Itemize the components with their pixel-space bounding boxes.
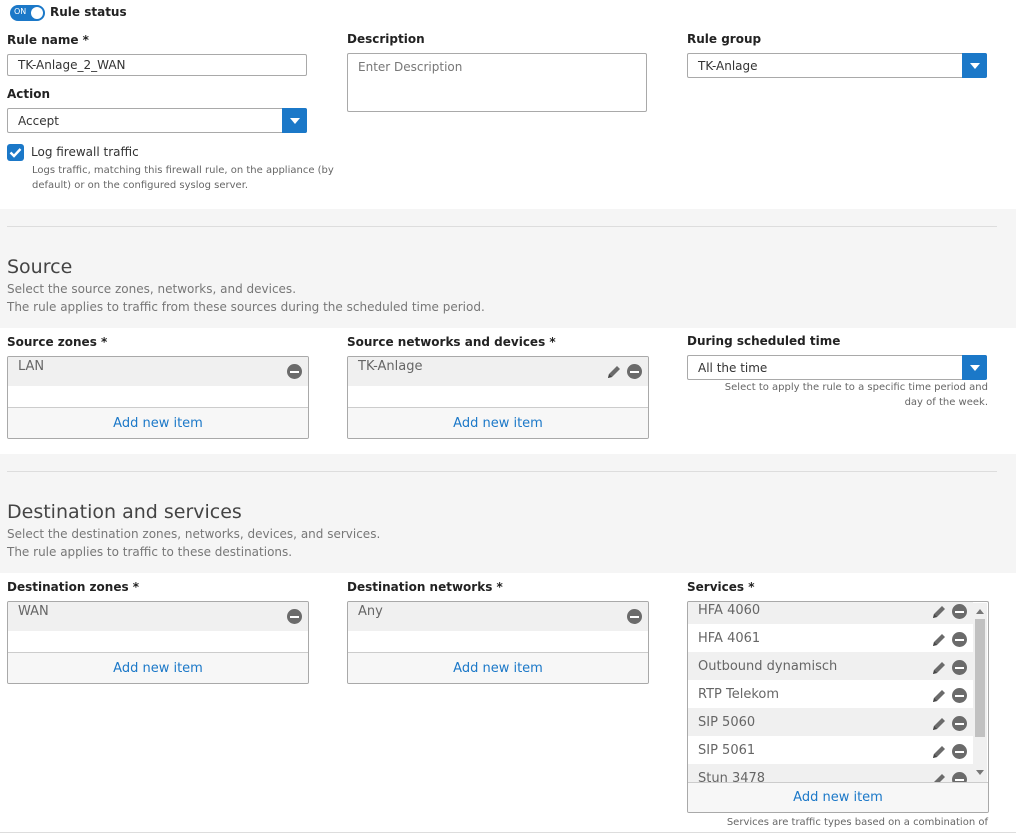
- schedule-help2: day of the week.: [904, 397, 988, 408]
- schedule-label: During scheduled time: [687, 334, 841, 348]
- remove-icon[interactable]: [627, 609, 642, 624]
- remove-icon[interactable]: [627, 364, 642, 379]
- destination-zones-label: Destination zones *: [7, 580, 140, 594]
- list-item-label: SIP 5060: [698, 714, 756, 730]
- action-select[interactable]: Accept: [7, 108, 307, 133]
- remove-icon[interactable]: [952, 604, 967, 619]
- source-networks-label: Source networks and devices *: [347, 335, 556, 349]
- rule-group-value: TK-Anlage: [698, 58, 758, 73]
- services-list: HFA 4060 HFA 4061 Outbound dynamisch RTP…: [687, 601, 989, 813]
- source-title: Source: [7, 256, 73, 278]
- toggle-on-label: ON: [14, 7, 27, 16]
- scroll-up-icon[interactable]: [976, 609, 984, 614]
- list-item[interactable]: HFA 4061: [688, 624, 973, 652]
- list-item[interactable]: HFA 4060: [688, 602, 973, 624]
- edit-icon[interactable]: [931, 604, 947, 620]
- edit-icon[interactable]: [931, 688, 947, 704]
- destination-zones-list: WAN Add new item: [7, 601, 309, 684]
- list-item-label: SIP 5061: [698, 742, 756, 758]
- edit-icon[interactable]: [931, 744, 947, 760]
- list-item: TK-Anlage: [348, 357, 648, 386]
- schedule-value: All the time: [698, 360, 768, 375]
- remove-icon[interactable]: [952, 716, 967, 731]
- checkmark-icon: [9, 148, 22, 158]
- list-item: LAN: [8, 357, 308, 386]
- action-label: Action: [7, 87, 51, 101]
- list-item[interactable]: SIP 5061: [688, 736, 973, 764]
- list-item[interactable]: Outbound dynamisch: [688, 652, 973, 680]
- action-value: Accept: [18, 113, 59, 128]
- log-traffic-checkbox[interactable]: [7, 144, 24, 161]
- description-textarea[interactable]: Enter Description: [347, 53, 647, 112]
- list-item-label: HFA 4060: [698, 602, 761, 618]
- divider: [0, 832, 1016, 833]
- services-scrollbar[interactable]: [973, 603, 987, 783]
- chevron-down-icon[interactable]: [282, 108, 307, 133]
- source-zones-list: LAN Add new item: [7, 356, 309, 439]
- destination-desc2: The rule applies to traffic to these des…: [7, 545, 293, 559]
- rule-name-label: Rule name *: [7, 33, 89, 47]
- list-item: Any: [348, 602, 648, 631]
- list-item-label: TK-Anlage: [358, 359, 423, 374]
- list-item-label: HFA 4061: [698, 630, 761, 646]
- edit-icon[interactable]: [931, 716, 947, 732]
- schedule-select[interactable]: All the time: [687, 355, 987, 380]
- remove-icon[interactable]: [952, 660, 967, 675]
- source-desc1: Select the source zones, networks, and d…: [7, 282, 297, 296]
- source-networks-list: TK-Anlage Add new item: [347, 356, 649, 439]
- services-label: Services *: [687, 580, 755, 594]
- edit-icon[interactable]: [931, 632, 947, 648]
- scrollbar-thumb[interactable]: [975, 619, 985, 737]
- log-traffic-label: Log firewall traffic: [31, 145, 139, 159]
- list-item-label: WAN: [18, 604, 49, 619]
- remove-icon[interactable]: [952, 632, 967, 647]
- source-desc2: The rule applies to traffic from these s…: [7, 300, 485, 314]
- destination-title: Destination and services: [7, 501, 242, 523]
- destination-desc1: Select the destination zones, networks, …: [7, 527, 381, 541]
- remove-icon[interactable]: [287, 609, 302, 624]
- rule-group-select[interactable]: TK-Anlage: [687, 53, 987, 78]
- rule-status-toggle[interactable]: ON: [10, 5, 45, 21]
- add-new-item-button[interactable]: Add new item: [8, 407, 308, 438]
- list-item-label: LAN: [18, 359, 45, 374]
- remove-icon[interactable]: [952, 744, 967, 759]
- remove-icon[interactable]: [952, 688, 967, 703]
- scroll-down-icon[interactable]: [976, 770, 984, 775]
- add-new-item-button[interactable]: Add new item: [348, 407, 648, 438]
- toggle-knob: [31, 7, 43, 19]
- services-rows: HFA 4060 HFA 4061 Outbound dynamisch RTP…: [688, 602, 973, 792]
- add-new-item-button[interactable]: Add new item: [8, 652, 308, 683]
- add-new-item-button[interactable]: Add new item: [688, 782, 988, 812]
- destination-networks-label: Destination networks *: [347, 580, 503, 594]
- rule-group-label: Rule group: [687, 32, 762, 46]
- services-help: Services are traffic types based on a co…: [726, 817, 988, 828]
- divider: [7, 226, 997, 227]
- list-item: WAN: [8, 602, 308, 631]
- divider: [7, 471, 997, 472]
- remove-icon[interactable]: [287, 364, 302, 379]
- list-item[interactable]: SIP 5060: [688, 708, 973, 736]
- rule-status-label: Rule status: [50, 5, 127, 19]
- chevron-down-icon[interactable]: [962, 355, 987, 380]
- description-label: Description: [347, 32, 425, 46]
- edit-icon[interactable]: [606, 364, 622, 380]
- rule-name-value: TK-Anlage_2_WAN: [18, 58, 126, 72]
- schedule-help1: Select to apply the rule to a specific t…: [724, 382, 988, 393]
- log-help-line1: Logs traffic, matching this firewall rul…: [32, 165, 334, 176]
- destination-networks-list: Any Add new item: [347, 601, 649, 684]
- add-new-item-button[interactable]: Add new item: [348, 652, 648, 683]
- edit-icon[interactable]: [931, 660, 947, 676]
- chevron-down-icon[interactable]: [962, 53, 987, 78]
- list-item-label: Outbound dynamisch: [698, 658, 838, 674]
- list-item-label: RTP Telekom: [698, 686, 780, 702]
- list-item-label: Any: [358, 604, 383, 619]
- list-item[interactable]: RTP Telekom: [688, 680, 973, 708]
- rule-name-input[interactable]: TK-Anlage_2_WAN: [7, 54, 307, 76]
- description-placeholder: Enter Description: [358, 60, 463, 74]
- log-help-line2: default) or on the configured syslog ser…: [32, 180, 249, 191]
- source-zones-label: Source zones *: [7, 335, 108, 349]
